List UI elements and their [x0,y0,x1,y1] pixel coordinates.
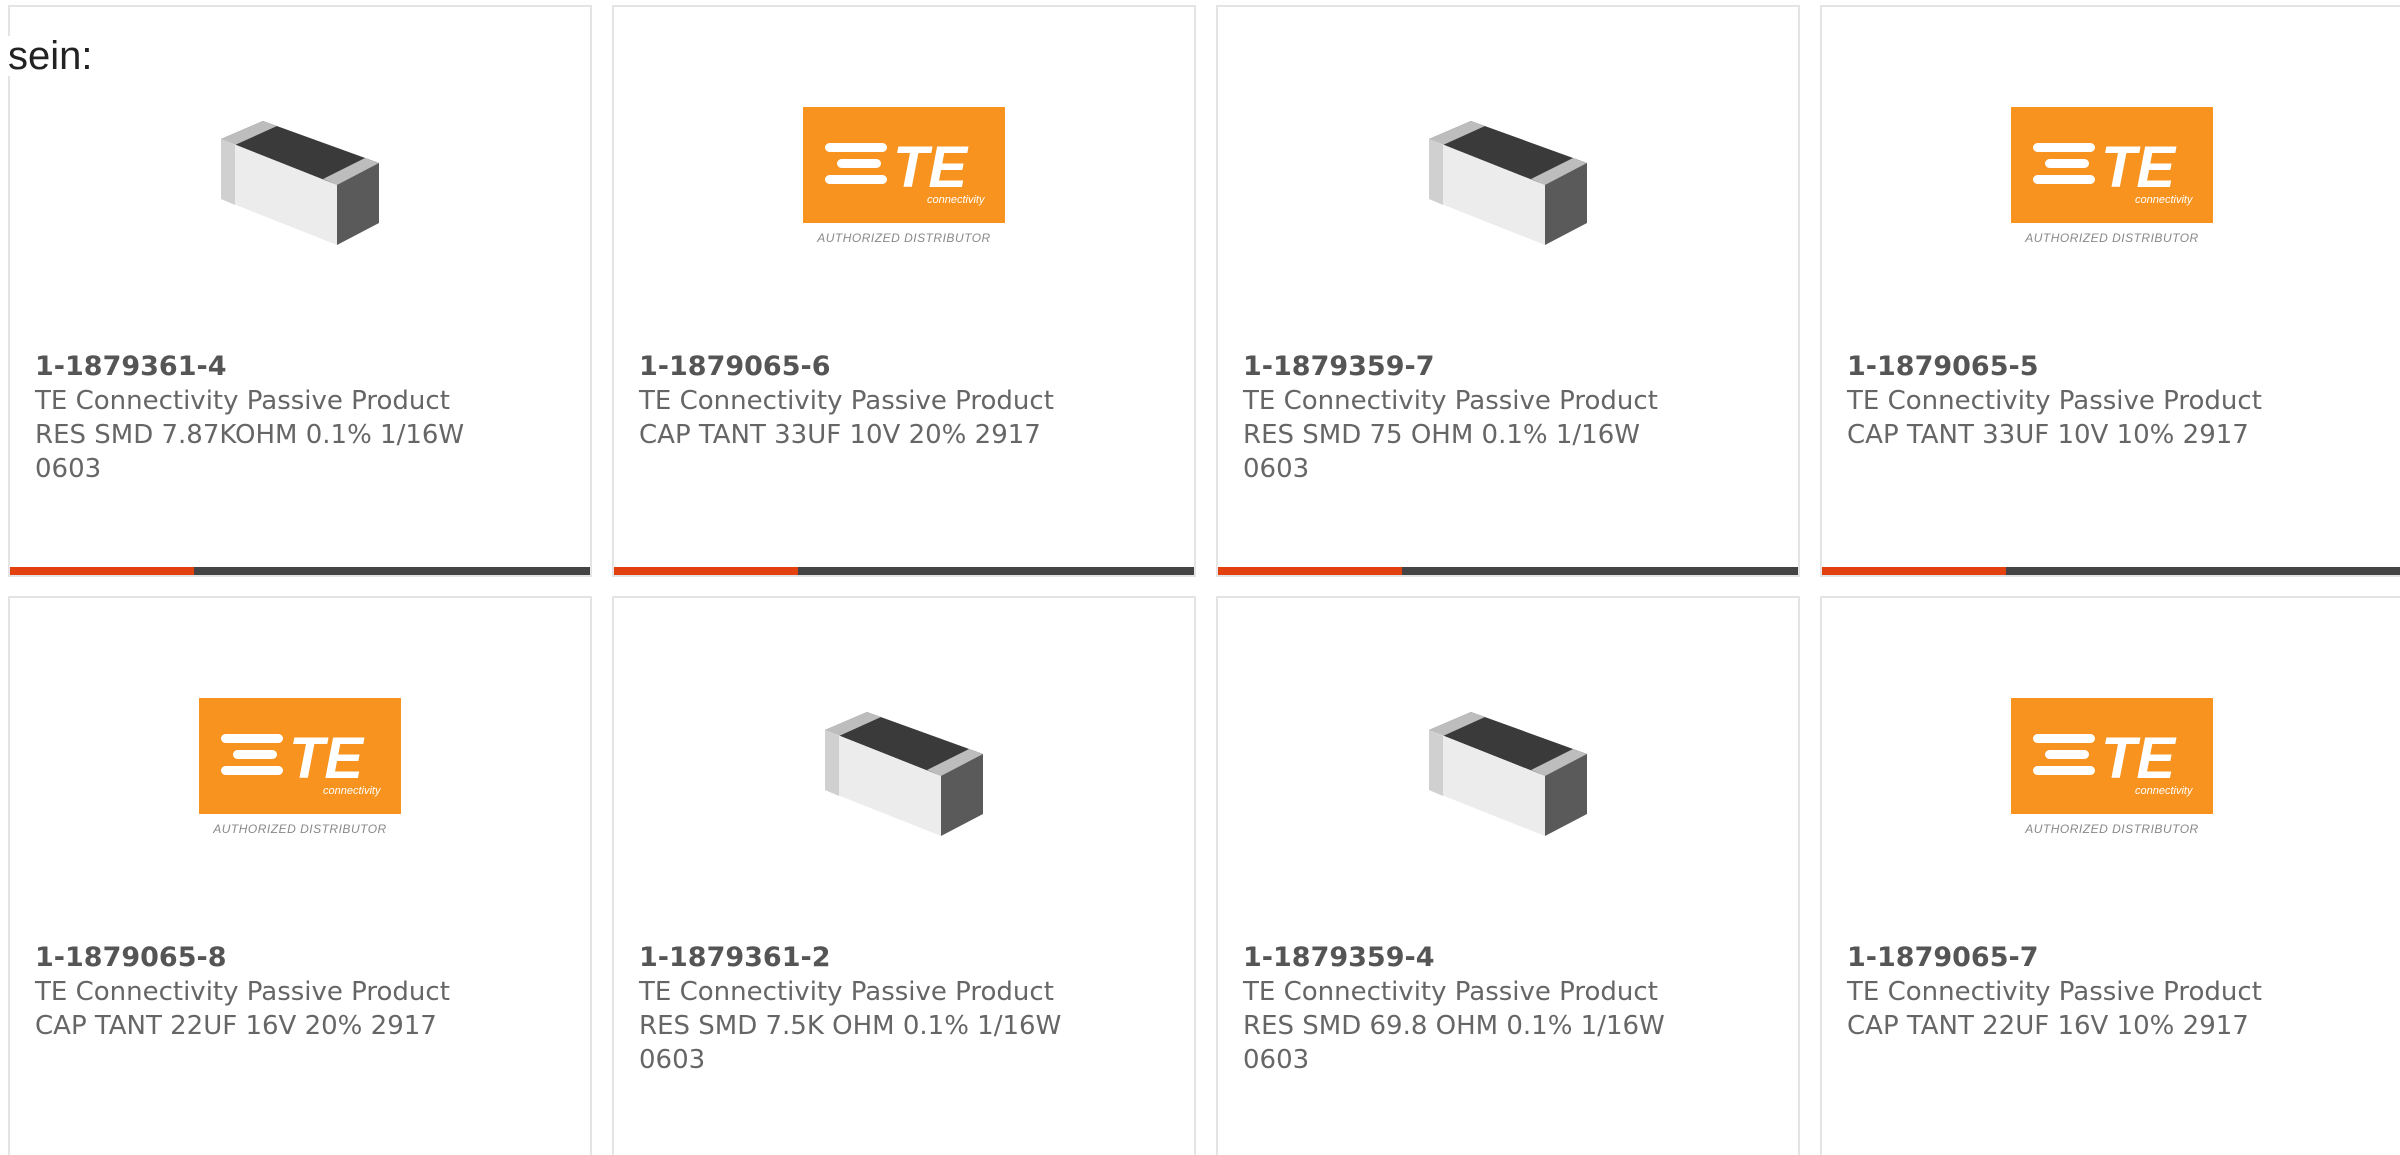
manufacturer: TE Connectivity Passive Product [35,977,450,1007]
description: CAP TANT 33UF 10V 20% 2917 [639,420,1041,450]
resistor-chip-icon [221,121,379,245]
description: CAP TANT 33UF 10V 10% 2917 [1847,420,2249,450]
product-card[interactable]: TE connectivity AUTHORIZED DISTRIBUTOR 1… [1820,5,2400,577]
te-logo: TE connectivity AUTHORIZED DISTRIBUTOR [2011,107,2213,247]
logo-text: TE [289,726,365,791]
description: RES SMD 7.5K OHM 0.1% 1/16W 0603 [639,1011,1062,1075]
authorized-distributor-label: AUTHORIZED DISTRIBUTOR [2025,822,2199,836]
authorized-distributor-label: AUTHORIZED DISTRIBUTOR [817,231,991,245]
part-number[interactable]: 1-1879359-7 [1243,350,1693,384]
logo-sub: connectivity [323,785,382,797]
product-image[interactable] [1218,698,1798,858]
resistor-chip-icon [1429,121,1587,245]
part-number[interactable]: 1-1879361-2 [639,941,1089,975]
logo-sub: connectivity [927,194,986,206]
resistor-chip-icon [825,712,983,836]
product-card[interactable]: 1-1879359-4 TE Connectivity Passive Prod… [1216,596,1800,1155]
section-heading: sein: [8,34,93,78]
logo-sub: connectivity [2135,785,2194,797]
description: CAP TANT 22UF 16V 10% 2917 [1847,1011,2249,1041]
card-footer-bar [614,567,1194,575]
card-footer-bar [1822,567,2400,575]
part-number[interactable]: 1-1879065-8 [35,941,485,975]
resistor-chip-icon [1429,712,1587,836]
manufacturer: TE Connectivity Passive Product [35,386,450,416]
product-card[interactable]: 1-1879361-4 TE Connectivity Passive Prod… [8,5,592,577]
product-card[interactable]: 1-1879361-2 TE Connectivity Passive Prod… [612,596,1196,1155]
manufacturer: TE Connectivity Passive Product [1243,977,1658,1007]
card-footer-bar [1218,567,1798,575]
product-image[interactable]: TE connectivity AUTHORIZED DISTRIBUTOR [10,698,590,858]
product-image[interactable] [614,698,1194,858]
part-number[interactable]: 1-1879361-4 [35,350,485,384]
product-card[interactable]: TE connectivity AUTHORIZED DISTRIBUTOR 1… [8,596,592,1155]
product-card[interactable]: 1-1879359-7 TE Connectivity Passive Prod… [1216,5,1800,577]
part-number[interactable]: 1-1879065-7 [1847,941,2297,975]
te-logo: TE connectivity AUTHORIZED DISTRIBUTOR [199,698,401,838]
manufacturer: TE Connectivity Passive Product [639,977,1054,1007]
logo-text: TE [2101,135,2177,200]
product-image[interactable]: TE connectivity AUTHORIZED DISTRIBUTOR [614,107,1194,267]
description: CAP TANT 22UF 16V 20% 2917 [35,1011,437,1041]
product-image[interactable] [10,107,590,267]
logo-sub: connectivity [2135,194,2194,206]
manufacturer: TE Connectivity Passive Product [1847,386,2262,416]
product-image[interactable]: TE connectivity AUTHORIZED DISTRIBUTOR [1822,107,2400,267]
authorized-distributor-label: AUTHORIZED DISTRIBUTOR [213,822,387,836]
description: RES SMD 75 OHM 0.1% 1/16W 0603 [1243,420,1640,484]
logo-text: TE [2101,726,2177,791]
authorized-distributor-label: AUTHORIZED DISTRIBUTOR [2025,231,2199,245]
part-number[interactable]: 1-1879065-5 [1847,350,2297,384]
te-logo: TE connectivity AUTHORIZED DISTRIBUTOR [803,107,1005,247]
logo-text: TE [893,135,969,200]
product-image[interactable]: TE connectivity AUTHORIZED DISTRIBUTOR [1822,698,2400,858]
te-logo: TE connectivity AUTHORIZED DISTRIBUTOR [2011,698,2213,838]
product-card[interactable]: TE connectivity AUTHORIZED DISTRIBUTOR 1… [1820,596,2400,1155]
description: RES SMD 69.8 OHM 0.1% 1/16W 0603 [1243,1011,1665,1075]
manufacturer: TE Connectivity Passive Product [1847,977,2262,1007]
manufacturer: TE Connectivity Passive Product [639,386,1054,416]
card-footer-bar [10,567,590,575]
product-card[interactable]: TE connectivity AUTHORIZED DISTRIBUTOR 1… [612,5,1196,577]
part-number[interactable]: 1-1879359-4 [1243,941,1693,975]
product-image[interactable] [1218,107,1798,267]
description: RES SMD 7.87KOHM 0.1% 1/16W 0603 [35,420,465,484]
part-number[interactable]: 1-1879065-6 [639,350,1089,384]
manufacturer: TE Connectivity Passive Product [1243,386,1658,416]
